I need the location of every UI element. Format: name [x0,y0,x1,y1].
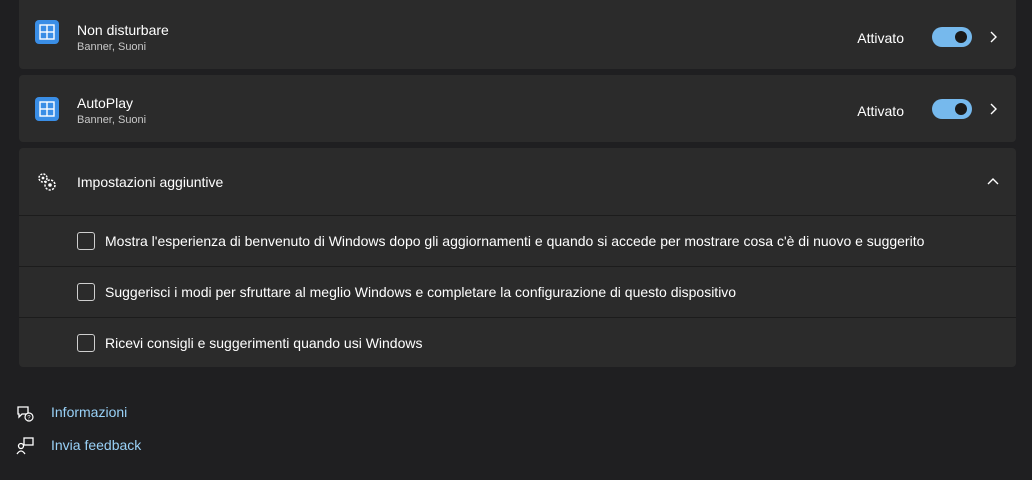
suggest-setup-checkbox[interactable] [77,283,95,301]
tips-checkbox[interactable] [77,334,95,352]
toggle-state-label: Attivato [857,103,904,119]
row-title: Non disturbare [77,22,169,38]
non-disturbare-toggle[interactable] [932,27,972,47]
app-icon [35,20,59,44]
help-chat-icon: ? [17,406,34,422]
feedback-icon [16,437,34,455]
option-label: Ricevi consigli e suggerimenti quando us… [105,335,423,351]
autoplay-toggle[interactable] [932,99,972,119]
chevron-up-icon[interactable] [985,174,1001,190]
setting-row-autoplay[interactable]: AutoPlay Banner, Suoni Attivato [19,75,1016,142]
additional-settings-expander: Impostazioni aggiuntive Mostra l'esperie… [19,148,1016,367]
feedback-link-label: Invia feedback [51,437,142,453]
option-row: Mostra l'esperienza di benvenuto di Wind… [19,216,1016,266]
option-label: Suggerisci i modi per sfruttare al megli… [105,284,737,300]
option-row: Ricevi consigli e suggerimenti quando us… [19,318,1016,367]
toggle-state-label: Attivato [857,30,904,46]
welcome-experience-checkbox[interactable] [77,232,95,250]
app-icon [35,97,59,121]
additional-settings-header[interactable]: Impostazioni aggiuntive [19,148,1016,215]
toggle-knob [955,31,967,43]
option-row: Suggerisci i modi per sfruttare al megli… [19,267,1016,317]
gears-icon [38,173,56,191]
info-link-label: Informazioni [51,404,128,420]
option-label: Mostra l'esperienza di benvenuto di Wind… [105,233,925,249]
chevron-right-icon[interactable] [985,29,1001,45]
row-subtitle: Banner, Suoni [77,41,147,53]
row-subtitle: Banner, Suoni [77,114,147,126]
toggle-knob [955,103,967,115]
chevron-right-icon[interactable] [985,101,1001,117]
setting-row-non-disturbare[interactable]: Non disturbare Banner, Suoni Attivato [19,0,1016,69]
row-title: AutoPlay [77,95,134,111]
additional-settings-title: Impostazioni aggiuntive [77,174,224,190]
